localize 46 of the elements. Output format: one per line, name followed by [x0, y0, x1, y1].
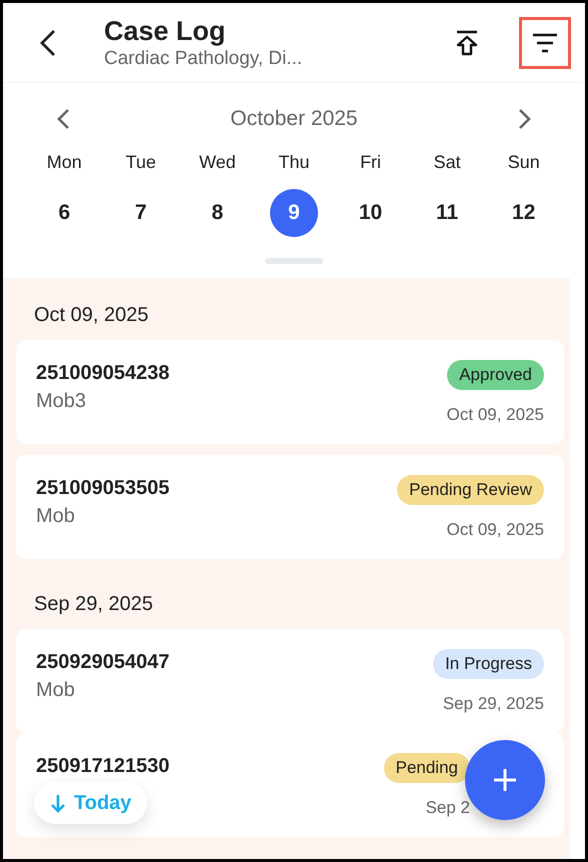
- filter-icon: [532, 32, 558, 54]
- case-card[interactable]: 251009053505 Mob Pending Review Oct 09, 2025: [16, 454, 564, 558]
- case-number: 251009054238: [36, 360, 170, 386]
- status-badge: In Progress: [433, 648, 544, 678]
- case-date: Oct 09, 2025: [446, 518, 544, 540]
- case-number: 250929054047: [36, 650, 170, 674]
- status-badge: Pending Review: [397, 474, 544, 504]
- calendar-day[interactable]: 12: [500, 188, 548, 236]
- date-heading: Oct 09, 2025: [34, 302, 150, 328]
- case-date: Sep 29, 2025: [442, 692, 544, 714]
- case-subtitle: Mob: [36, 504, 75, 528]
- plus-icon: [492, 767, 518, 793]
- case-card[interactable]: 250929054047 Mob In Progress Sep 29, 2025: [16, 628, 564, 732]
- calendar-day[interactable]: 9: [270, 188, 318, 236]
- drag-handle[interactable]: [265, 258, 323, 264]
- status-badge: Pending: [384, 752, 470, 782]
- back-icon: [38, 28, 58, 58]
- case-date: Oct 09, 2025: [446, 404, 544, 426]
- case-number: 251009053505: [36, 476, 170, 500]
- case-date: Sep 2: [426, 796, 470, 818]
- weekday-label: Mon: [46, 150, 82, 174]
- case-subtitle: Mob3: [36, 388, 86, 414]
- month-label: October 2025: [230, 106, 358, 132]
- calendar-day[interactable]: 8: [193, 188, 242, 236]
- status-badge: Approved: [447, 360, 544, 390]
- weekday-label: Sat: [434, 150, 461, 174]
- filter-button[interactable]: [519, 16, 571, 68]
- chevron-right-icon: [518, 108, 532, 130]
- weekday-label: Tue: [126, 150, 156, 174]
- screen-subtitle: Cardiac Pathology, Di...: [104, 46, 302, 70]
- calendar-day[interactable]: 11: [423, 188, 472, 236]
- weekday-label: Fri: [360, 150, 382, 174]
- weekday-label: Sun: [508, 150, 540, 174]
- screen-title: Case Log: [104, 14, 226, 46]
- calendar-day[interactable]: 6: [40, 188, 88, 236]
- case-card[interactable]: 251009054238 Mob3 Approved Oct 09, 2025: [16, 340, 564, 444]
- chevron-left-icon: [56, 108, 70, 130]
- weekday-label: Thu: [278, 150, 310, 174]
- date-heading: Sep 29, 2025: [34, 592, 154, 616]
- calendar-day[interactable]: 10: [346, 188, 395, 236]
- weekday-label: Wed: [199, 150, 236, 174]
- calendar-day[interactable]: 7: [116, 188, 165, 236]
- upload-icon: [455, 30, 479, 56]
- case-number: 250917121530: [36, 754, 170, 778]
- arrow-down-icon: [50, 793, 66, 813]
- case-subtitle: Mob: [36, 678, 75, 702]
